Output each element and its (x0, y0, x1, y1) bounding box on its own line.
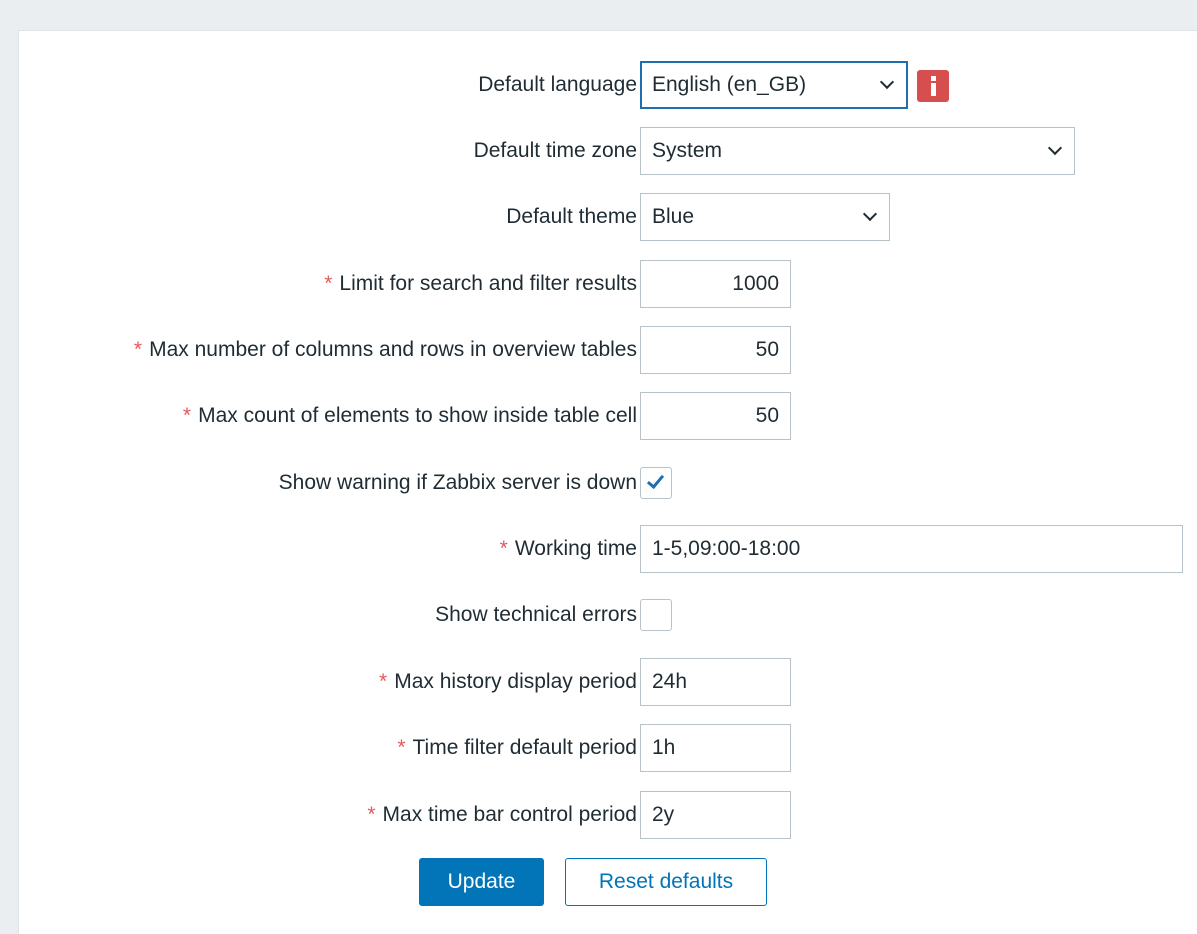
form-buttons: Update Reset defaults (19, 858, 1197, 906)
row-period-default: * Time filter default period 1h (19, 724, 1197, 772)
checkmark-icon (646, 470, 665, 490)
default-timezone-value: System (652, 139, 723, 162)
chevron-down-icon (862, 206, 878, 222)
row-default-theme: Default theme Blue (19, 193, 1197, 241)
default-theme-select[interactable]: Blue (640, 193, 890, 241)
required-marker: * (182, 404, 192, 427)
max-period-input[interactable]: 2y (640, 791, 791, 839)
default-language-label: Default language (478, 73, 637, 96)
required-marker: * (397, 736, 406, 759)
working-time-input[interactable]: 1-5,09:00-18:00 (640, 525, 1183, 573)
row-history-period: * Max history display period 24h (19, 658, 1197, 706)
max-in-table-input[interactable]: 50 (640, 392, 791, 440)
row-max-period: * Max time bar control period 2y (19, 791, 1197, 839)
default-language-value: English (en_GB) (652, 73, 807, 96)
reset-defaults-button[interactable]: Reset defaults (565, 858, 767, 906)
max-in-table-label: * Max count of elements to show inside ta… (182, 404, 637, 427)
required-marker: * (367, 803, 376, 826)
default-language-select[interactable]: English (en_GB) (640, 61, 908, 109)
search-limit-label: * Limit for search and filter results (324, 272, 637, 295)
row-server-check: Show warning if Zabbix server is down (19, 459, 1197, 507)
row-default-timezone: Default time zone System (19, 127, 1197, 175)
max-overview-label: * Max number of columns and rows in overv… (133, 338, 637, 361)
chevron-down-icon (1047, 140, 1063, 156)
period-default-input[interactable]: 1h (640, 724, 791, 772)
row-search-limit: * Limit for search and filter results 100… (19, 260, 1197, 308)
row-show-tech-errors: Show technical errors (19, 591, 1197, 639)
row-working-time: * Working time 1-5,09:00-18:00 (19, 525, 1197, 573)
required-marker: * (499, 537, 508, 560)
period-default-label: * Time filter default period (397, 736, 637, 759)
update-button[interactable]: Update (419, 858, 544, 906)
history-period-label: * Max history display period (379, 670, 637, 693)
max-period-label: * Max time bar control period (367, 803, 637, 826)
row-default-language: Default language English (en_GB) (19, 61, 1197, 109)
row-max-in-table: * Max count of elements to show inside ta… (19, 392, 1197, 440)
default-theme-label: Default theme (506, 205, 637, 228)
show-tech-errors-label: Show technical errors (435, 603, 637, 626)
default-timezone-label: Default time zone (473, 139, 637, 162)
chevron-down-icon (879, 74, 895, 90)
info-icon[interactable] (917, 70, 949, 102)
required-marker: * (324, 272, 333, 295)
server-check-label: Show warning if Zabbix server is down (278, 471, 637, 494)
required-marker: * (379, 670, 388, 693)
show-tech-errors-checkbox[interactable] (640, 599, 672, 631)
search-limit-input[interactable]: 1000 (640, 260, 791, 308)
server-check-checkbox[interactable] (640, 467, 672, 499)
required-marker: * (133, 338, 143, 361)
working-time-label: * Working time (499, 537, 637, 560)
history-period-input[interactable]: 24h (640, 658, 791, 706)
settings-form: Default language English (en_GB) Default… (18, 30, 1197, 934)
default-timezone-select[interactable]: System (640, 127, 1075, 175)
default-theme-value: Blue (652, 205, 695, 228)
max-overview-input[interactable]: 50 (640, 326, 791, 374)
row-max-overview: * Max number of columns and rows in overv… (19, 326, 1197, 374)
